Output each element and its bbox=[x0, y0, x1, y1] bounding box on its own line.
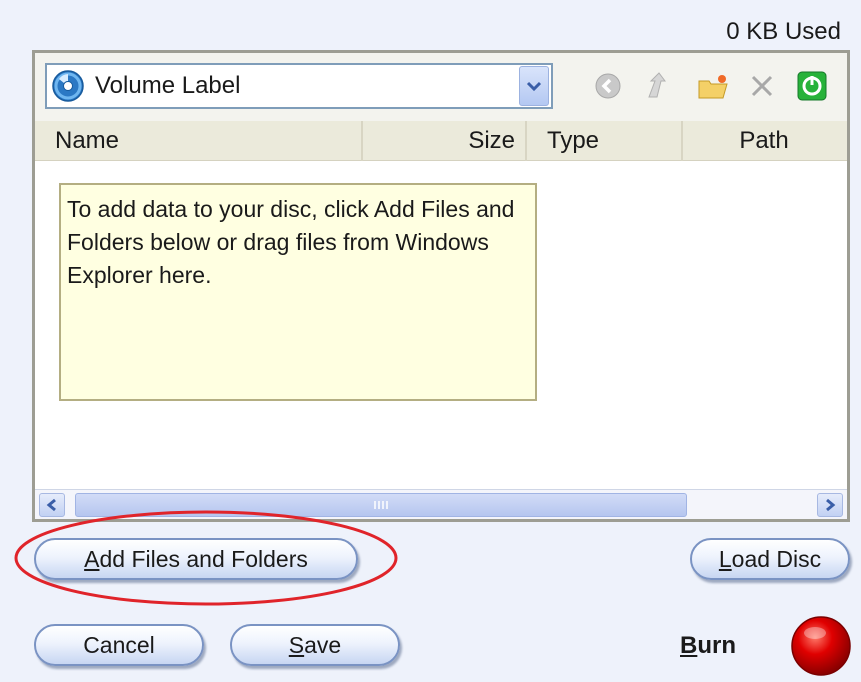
column-header-name[interactable]: Name bbox=[35, 121, 363, 161]
mnemonic-l: L bbox=[718, 545, 732, 572]
column-header-size[interactable]: Size bbox=[363, 121, 527, 161]
scroll-right-button[interactable] bbox=[817, 493, 843, 517]
disc-icon bbox=[52, 70, 84, 102]
new-folder-icon[interactable] bbox=[695, 67, 733, 105]
load-disc-button[interactable]: Load Disc bbox=[690, 538, 850, 580]
up-folder-icon[interactable] bbox=[639, 67, 677, 105]
chevron-down-icon bbox=[526, 81, 542, 92]
delete-icon[interactable] bbox=[743, 67, 781, 105]
volume-label-combobox[interactable]: Volume Label bbox=[45, 63, 553, 109]
column-header-path[interactable]: Path bbox=[683, 121, 845, 161]
volume-label-text: Volume Label bbox=[95, 72, 241, 99]
load-button-label: oad Disc bbox=[731, 545, 822, 572]
dropdown-button[interactable] bbox=[519, 66, 549, 106]
save-button-label: ave bbox=[304, 631, 342, 658]
power-icon[interactable] bbox=[793, 67, 831, 105]
disc-contents-panel: Volume Label Name Size Type Path To add … bbox=[32, 50, 850, 522]
mnemonic-s: S bbox=[288, 631, 305, 658]
empty-disc-tip: To add data to your disc, click Add File… bbox=[59, 183, 537, 401]
column-header-type[interactable]: Type bbox=[527, 121, 683, 161]
highlight-circle bbox=[14, 510, 398, 606]
burn-button[interactable] bbox=[790, 615, 852, 677]
column-header-row: Name Size Type Path bbox=[35, 121, 847, 161]
mnemonic-b: B bbox=[680, 632, 698, 659]
chevron-right-icon bbox=[826, 498, 836, 512]
save-button[interactable]: Save bbox=[230, 624, 400, 666]
disc-usage-text: 0 KB Used bbox=[726, 18, 841, 45]
toolbar: Volume Label bbox=[35, 53, 847, 121]
back-icon[interactable] bbox=[589, 67, 627, 105]
cancel-button[interactable]: Cancel bbox=[34, 624, 204, 666]
burn-label: Burn bbox=[680, 632, 736, 660]
burn-label-text: urn bbox=[697, 632, 737, 659]
